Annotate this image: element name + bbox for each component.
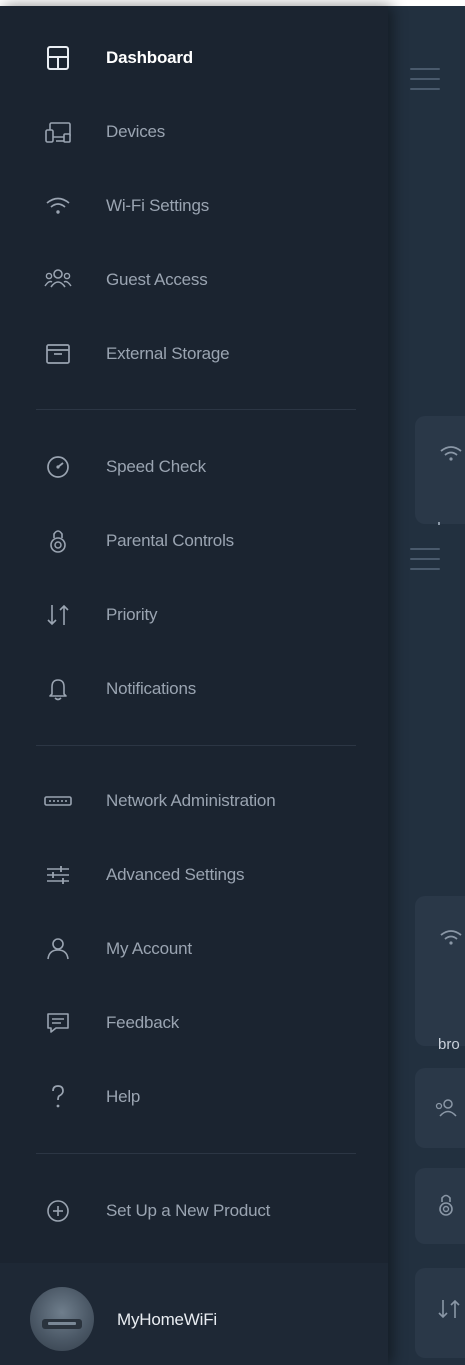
menu-item-label: Feedback [106,1013,180,1032]
menu-item-label: Guest Access [106,270,208,289]
menu-divider [36,745,356,746]
background-text: bro [438,1036,460,1053]
background-dot [438,522,440,525]
devices-icon [40,114,76,150]
background-card[interactable] [415,1268,465,1358]
question-icon [40,1079,76,1115]
guest-access-icon [40,262,76,298]
priority-arrows-icon [40,597,76,633]
person-icon [40,931,76,967]
menu-item-parental-controls[interactable]: Parental Controls [0,515,388,567]
bell-icon [40,671,76,707]
menu-item-label: Set Up a New Product [106,1201,271,1220]
wifi-icon [440,930,462,945]
menu-item-priority[interactable]: Priority [0,589,388,641]
wifi-icon [440,446,462,461]
account-switcher[interactable]: MyHomeWiFi [0,1263,388,1365]
menu-item-feedback[interactable]: Feedback [0,997,388,1049]
menu-item-external-storage[interactable]: External Storage [0,328,388,380]
parental-controls-icon [40,523,76,559]
wifi-icon [40,188,76,224]
background-card[interactable] [415,1168,465,1244]
hamburger-menu-icon[interactable] [410,68,440,90]
menu-divider [36,409,356,410]
menu-item-label: Dashboard [106,48,193,67]
parental-controls-icon [439,1194,453,1216]
menu-item-advanced-settings[interactable]: Advanced Settings [0,849,388,901]
background-card[interactable] [415,1068,465,1148]
menu-item-wifi-settings[interactable]: Wi-Fi Settings [0,180,388,232]
router-icon [40,783,76,819]
dashboard-icon [40,40,76,76]
menu-item-label: Parental Controls [106,531,234,550]
storage-box-icon [40,336,76,372]
navigation-drawer: Dashboard Devices Wi-Fi Settings Guest A… [0,6,388,1365]
menu-item-my-account[interactable]: My Account [0,923,388,975]
menu-item-speed-check[interactable]: Speed Check [0,441,388,493]
menu-item-label: External Storage [106,344,230,363]
router-avatar-icon [30,1287,94,1351]
menu-item-notifications[interactable]: Notifications [0,663,388,715]
feedback-icon [40,1005,76,1041]
menu-item-label: Priority [106,605,158,624]
menu-item-network-administration[interactable]: Network Administration [0,775,388,827]
menu-divider [36,1153,356,1154]
menu-item-label: Notifications [106,679,196,698]
menu-item-dashboard[interactable]: Dashboard [0,32,388,84]
background-card[interactable] [415,416,465,524]
menu-item-label: Network Administration [106,791,276,810]
menu-item-devices[interactable]: Devices [0,106,388,158]
menu-item-label: Wi-Fi Settings [106,196,209,215]
sliders-icon [40,857,76,893]
priority-arrows-icon [438,1299,460,1319]
menu-item-label: Devices [106,122,166,141]
network-name: MyHomeWiFi [117,1310,217,1329]
hamburger-menu-icon[interactable] [410,548,440,570]
background-card[interactable] [415,896,465,1046]
menu-item-help[interactable]: Help [0,1071,388,1123]
guest-access-icon [435,1099,457,1117]
menu-item-label: Help [106,1087,141,1106]
menu-item-guest-access[interactable]: Guest Access [0,254,388,306]
speedometer-icon [40,449,76,485]
menu-item-label: Speed Check [106,457,206,476]
menu-item-label: My Account [106,939,192,958]
add-circle-icon [40,1193,76,1229]
menu-item-set-up-new-product[interactable]: Set Up a New Product [0,1185,388,1237]
menu-item-label: Advanced Settings [106,865,245,884]
